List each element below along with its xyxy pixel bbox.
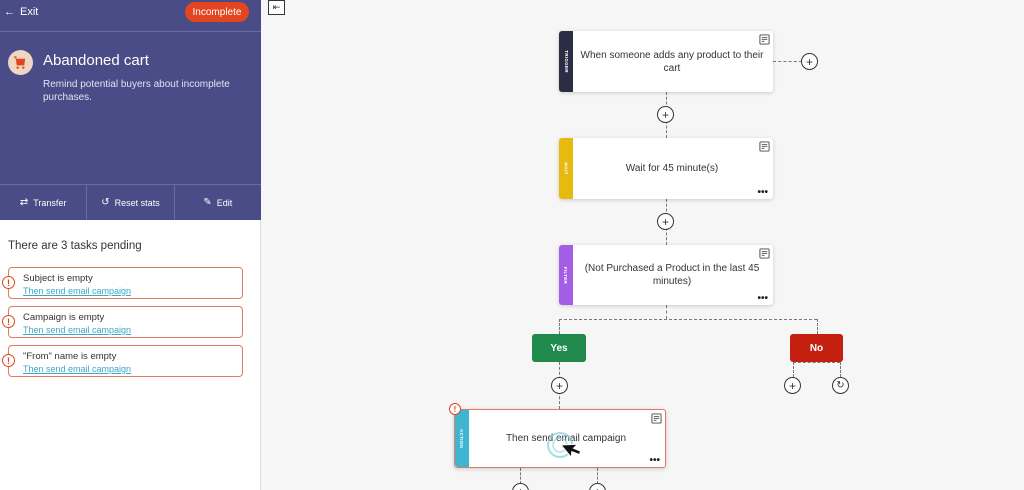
- edit-button[interactable]: ✎ Edit: [175, 185, 261, 220]
- edit-label: Edit: [216, 197, 233, 208]
- task-title: Campaign is empty: [23, 312, 105, 323]
- connector-line: [559, 319, 560, 334]
- exit-label: Exit: [20, 6, 39, 18]
- transfer-button[interactable]: ⇄ Transfer: [0, 185, 88, 220]
- alert-icon: !: [2, 276, 15, 289]
- connector-line: [559, 319, 817, 320]
- trigger-strip: TRIGGER: [559, 31, 573, 92]
- more-dots-icon[interactable]: •••: [757, 294, 768, 304]
- alert-icon: !: [2, 315, 15, 328]
- task-item: ! Campaign is empty Then send email camp…: [2, 306, 243, 338]
- node-tag: WAIT: [563, 162, 569, 175]
- alert-icon: !: [2, 354, 15, 367]
- task-title: Subject is empty: [23, 273, 93, 284]
- add-step-button[interactable]: +: [657, 106, 674, 123]
- task-item: ! "From" name is empty Then send email c…: [2, 345, 243, 377]
- connector-line: [666, 305, 667, 319]
- branch-yes-button[interactable]: Yes: [532, 334, 586, 362]
- filter-strip: FILTER: [559, 245, 573, 305]
- filter-text: (Not Purchased a Product in the last 45 …: [584, 263, 760, 287]
- connector-line: [773, 61, 802, 62]
- sidebar: ← Exit Incomplete Abandoned cart Remind …: [0, 0, 261, 490]
- history-icon: ↺: [101, 197, 110, 208]
- add-step-button[interactable]: +: [784, 377, 801, 394]
- note-icon[interactable]: [759, 248, 770, 259]
- filter-node[interactable]: FILTER (Not Purchased a Product in the l…: [559, 245, 773, 305]
- action-bar: ⇄ Transfer ↺ Reset stats ✎ Edit: [0, 184, 261, 220]
- note-icon[interactable]: [651, 413, 662, 424]
- exit-button[interactable]: ← Exit: [4, 6, 38, 18]
- automation-title: Abandoned cart: [43, 52, 149, 69]
- sidebar-header: ← Exit Incomplete Abandoned cart Remind …: [0, 0, 261, 220]
- mouse-cursor-icon: [547, 432, 582, 459]
- pencil-icon: ✎: [203, 197, 212, 208]
- tasks-heading: There are 3 tasks pending: [8, 240, 142, 252]
- note-icon[interactable]: [759, 141, 770, 152]
- trigger-node[interactable]: TRIGGER When someone adds any product to…: [559, 31, 773, 92]
- arrow-left-icon: ←: [4, 6, 15, 18]
- connector-line: [520, 468, 521, 484]
- wait-strip: WAIT: [559, 138, 573, 199]
- status-badge[interactable]: Incomplete: [185, 2, 249, 22]
- cart-icon: [8, 50, 33, 75]
- transfer-label: Transfer: [33, 197, 67, 208]
- node-tag: FILTER: [563, 266, 569, 284]
- connector-line: [597, 468, 598, 484]
- trigger-text: When someone adds any product to their c…: [580, 49, 764, 74]
- task-link[interactable]: Then send email campaign: [23, 364, 131, 374]
- refresh-icon[interactable]: ↻: [832, 377, 849, 394]
- connector-line: [817, 319, 818, 334]
- more-dots-icon[interactable]: •••: [649, 456, 660, 466]
- alert-icon: !: [449, 403, 461, 415]
- connector-line: [793, 362, 794, 377]
- automation-description: Remind potential buyers about incomplete…: [43, 79, 230, 103]
- wait-text: Wait for 45 minute(s): [625, 163, 719, 174]
- task-link[interactable]: Then send email campaign: [23, 325, 131, 335]
- branch-no-button[interactable]: No: [790, 334, 843, 362]
- note-icon[interactable]: [759, 34, 770, 45]
- swap-arrows-icon: ⇄: [19, 197, 29, 208]
- action-strip: ACTION: [455, 410, 469, 467]
- reset-stats-label: Reset stats: [114, 197, 160, 208]
- more-dots-icon[interactable]: •••: [757, 188, 768, 198]
- task-title: "From" name is empty: [23, 351, 117, 362]
- add-step-button[interactable]: +: [657, 213, 674, 230]
- wait-node[interactable]: WAIT Wait for 45 minute(s) •••: [559, 138, 773, 199]
- connector-line: [793, 362, 840, 363]
- task-item: ! Subject is empty Then send email campa…: [2, 267, 243, 299]
- add-step-button[interactable]: +: [801, 53, 818, 70]
- node-tag: TRIGGER: [563, 50, 569, 73]
- collapse-left-icon[interactable]: ⇤: [268, 0, 285, 15]
- task-link[interactable]: Then send email campaign: [23, 286, 131, 296]
- connector-line: [840, 362, 841, 377]
- header-divider: [0, 31, 261, 32]
- node-tag: ACTION: [459, 428, 465, 449]
- add-step-button[interactable]: +: [551, 377, 568, 394]
- reset-stats-button[interactable]: ↺ Reset stats: [87, 185, 175, 220]
